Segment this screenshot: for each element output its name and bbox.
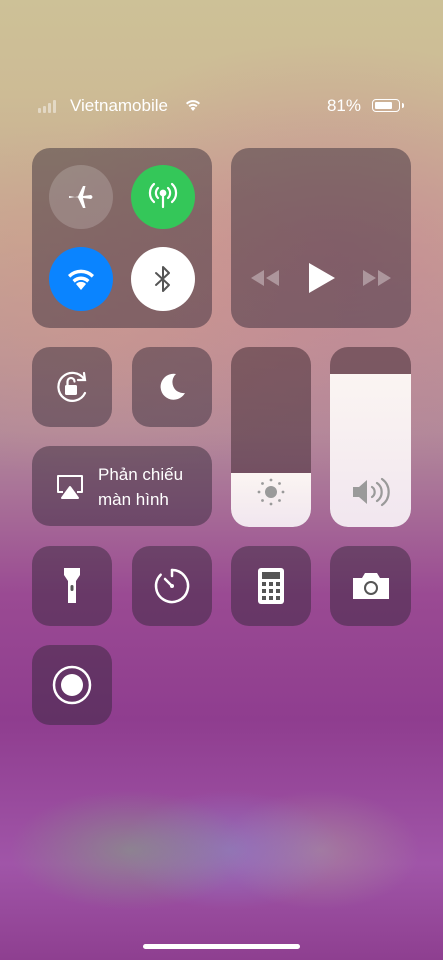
screen-mirroring-label: Phản chiếu màn hình	[98, 462, 183, 512]
flashlight-icon	[64, 568, 80, 603]
screen-mirroring-label-line2: màn hình	[98, 490, 169, 509]
play-icon[interactable]	[305, 261, 337, 295]
rewind-icon[interactable]	[249, 268, 281, 288]
status-bar: Vietnamobile 81%	[38, 96, 405, 118]
camera-button[interactable]	[330, 546, 411, 626]
connectivity-module	[32, 148, 212, 328]
home-indicator[interactable]	[143, 944, 300, 949]
airplay-icon	[57, 475, 83, 499]
cellular-data-button[interactable]	[131, 165, 195, 229]
fast-forward-icon[interactable]	[361, 268, 393, 288]
calculator-icon	[258, 568, 284, 604]
record-icon	[52, 665, 92, 705]
volume-slider[interactable]	[330, 347, 411, 527]
rotation-lock-icon	[57, 371, 87, 402]
antenna-icon	[148, 182, 178, 209]
do-not-disturb-button[interactable]	[132, 347, 212, 427]
flashlight-button[interactable]	[32, 546, 112, 626]
signal-strength-icon	[38, 99, 56, 113]
carrier-name: Vietnamobile	[70, 96, 168, 115]
calculator-button[interactable]	[231, 546, 311, 626]
airplane-mode-button[interactable]	[49, 165, 113, 229]
orientation-lock-button[interactable]	[32, 347, 112, 427]
moon-icon	[160, 373, 185, 400]
brightness-slider[interactable]	[231, 347, 311, 527]
screen-recording-button[interactable]	[32, 645, 112, 725]
speaker-icon	[352, 477, 390, 507]
screen-mirroring-label-line1: Phản chiếu	[98, 465, 184, 484]
media-module	[231, 148, 411, 328]
camera-icon	[352, 573, 389, 599]
bluetooth-button[interactable]	[131, 247, 195, 311]
battery-icon	[372, 99, 404, 112]
timer-icon	[154, 568, 190, 604]
timer-button[interactable]	[132, 546, 212, 626]
battery-percentage: 81%	[326, 96, 361, 115]
airplane-icon	[69, 186, 93, 208]
sun-icon	[257, 478, 285, 506]
bluetooth-icon	[155, 266, 170, 292]
wifi-button[interactable]	[49, 247, 113, 311]
wifi-status-icon	[186, 100, 200, 111]
wifi-icon	[68, 269, 94, 290]
